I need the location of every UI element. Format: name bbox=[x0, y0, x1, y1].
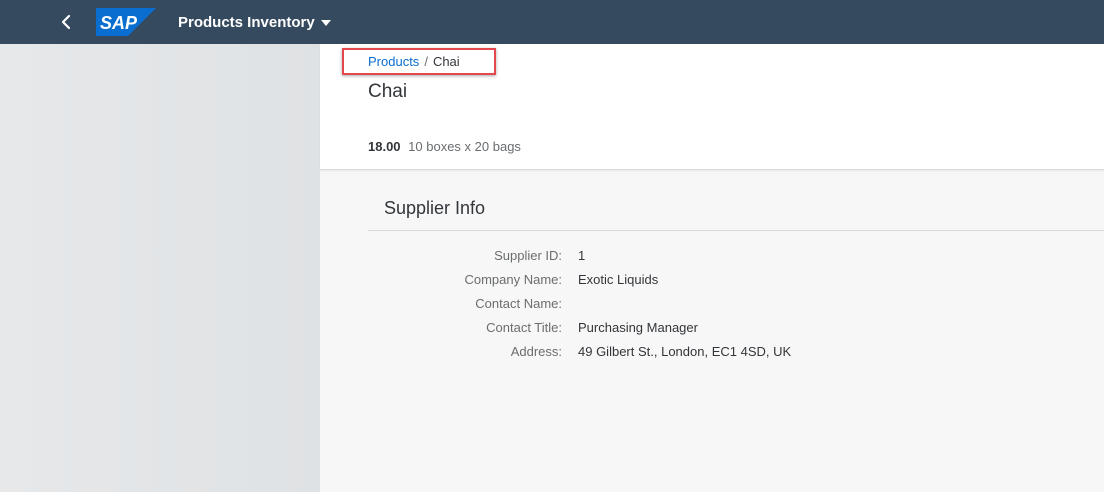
supplier-form: Supplier ID: 1 Company Name: Exotic Liqu… bbox=[320, 244, 1104, 364]
form-value: Purchasing Manager bbox=[578, 320, 698, 335]
price-line: 18.00 10 boxes x 20 bags bbox=[368, 139, 521, 154]
object-header: Products / Chai Chai 18.00 10 boxes x 20… bbox=[320, 44, 1104, 170]
form-label: Supplier ID: bbox=[494, 248, 562, 263]
form-row-contact-title: Contact Title: Purchasing Manager bbox=[320, 316, 1104, 340]
master-pane bbox=[0, 44, 320, 492]
app-title: Products Inventory bbox=[178, 13, 315, 31]
section-divider bbox=[368, 230, 1104, 231]
price-value: 18.00 bbox=[368, 139, 401, 154]
form-row-company-name: Company Name: Exotic Liquids bbox=[320, 268, 1104, 292]
form-row-supplier-id: Supplier ID: 1 bbox=[320, 244, 1104, 268]
breadcrumb-separator: / bbox=[424, 54, 428, 69]
object-page: Products / Chai Chai 18.00 10 boxes x 20… bbox=[320, 44, 1104, 492]
breadcrumb-link-products[interactable]: Products bbox=[368, 54, 419, 69]
form-label: Contact Name: bbox=[475, 296, 562, 311]
form-value: Exotic Liquids bbox=[578, 272, 659, 287]
form-label: Company Name: bbox=[464, 272, 562, 287]
form-value: 1 bbox=[578, 248, 586, 263]
form-value: 49 Gilbert St., London, EC1 4SD, UK bbox=[578, 344, 792, 359]
price-unit: 10 boxes x 20 bags bbox=[408, 139, 521, 154]
section-title: Supplier Info bbox=[384, 198, 486, 218]
sap-logo[interactable]: SAP bbox=[96, 8, 156, 36]
shell-bar: SAP Products Inventory bbox=[0, 0, 1104, 44]
breadcrumb: Products / Chai bbox=[342, 48, 496, 75]
svg-text:SAP: SAP bbox=[100, 13, 138, 33]
form-row-address: Address: 49 Gilbert St., London, EC1 4SD… bbox=[320, 340, 1104, 364]
back-button[interactable] bbox=[52, 8, 80, 36]
form-row-contact-name: Contact Name: bbox=[320, 292, 1104, 316]
form-label: Contact Title: bbox=[486, 320, 562, 335]
form-label: Address: bbox=[510, 344, 562, 359]
back-chevron-icon bbox=[61, 14, 71, 30]
app-title-menu[interactable]: Products Inventory bbox=[178, 0, 331, 44]
breadcrumb-current: Chai bbox=[432, 54, 460, 69]
object-title: Chai bbox=[368, 81, 408, 102]
caret-down-icon bbox=[320, 20, 331, 26]
